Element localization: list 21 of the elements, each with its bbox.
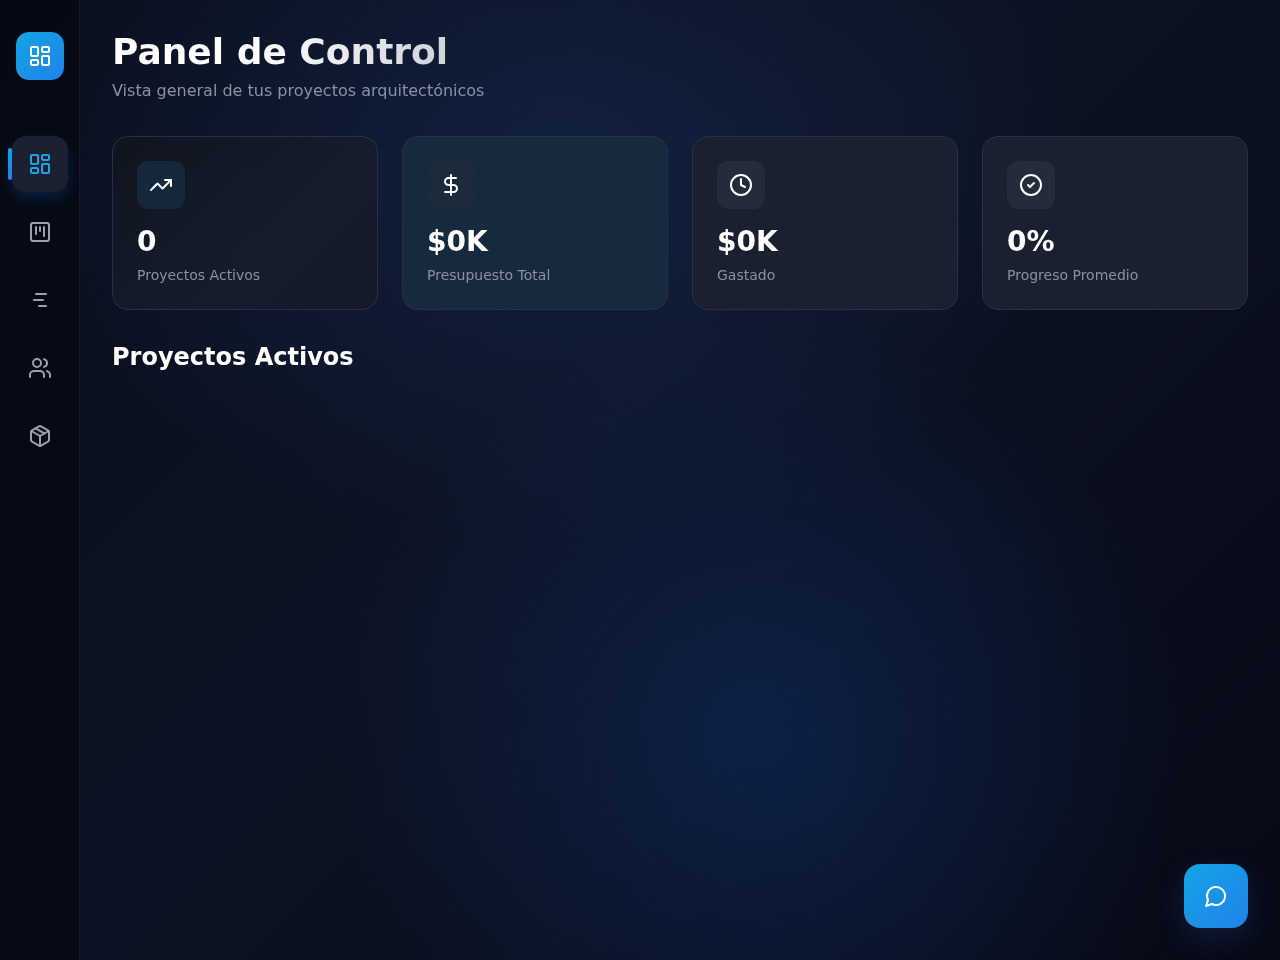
stat-label: Gastado <box>717 266 776 285</box>
box-icon <box>28 424 52 448</box>
stat-value: 0% <box>1007 225 1055 259</box>
stat-label: Progreso Promedio <box>1007 266 1139 285</box>
chat-button[interactable] <box>1184 864 1248 928</box>
stat-value: $0K <box>717 225 778 259</box>
users-icon <box>28 356 52 380</box>
logo-grid-icon[interactable] <box>16 32 64 80</box>
clock-icon <box>729 173 753 197</box>
page-subtitle: Vista general de tus proyectos arquitectónicos <box>112 80 486 102</box>
stat-value: $0K <box>427 225 488 259</box>
stat-label: Proyectos Activos <box>137 266 261 285</box>
section-heading: Proyectos Activos <box>112 342 355 372</box>
kanban-board-icon <box>28 220 52 244</box>
stat-value: 0 <box>137 225 157 259</box>
dashboard-grid-icon <box>28 152 52 176</box>
chat-bubble-icon <box>1204 884 1228 908</box>
stat-label: Presupuesto Total <box>427 266 551 285</box>
nav-item[interactable] <box>12 136 68 192</box>
check-circle-icon <box>1019 173 1043 197</box>
active-indicator <box>8 148 12 180</box>
